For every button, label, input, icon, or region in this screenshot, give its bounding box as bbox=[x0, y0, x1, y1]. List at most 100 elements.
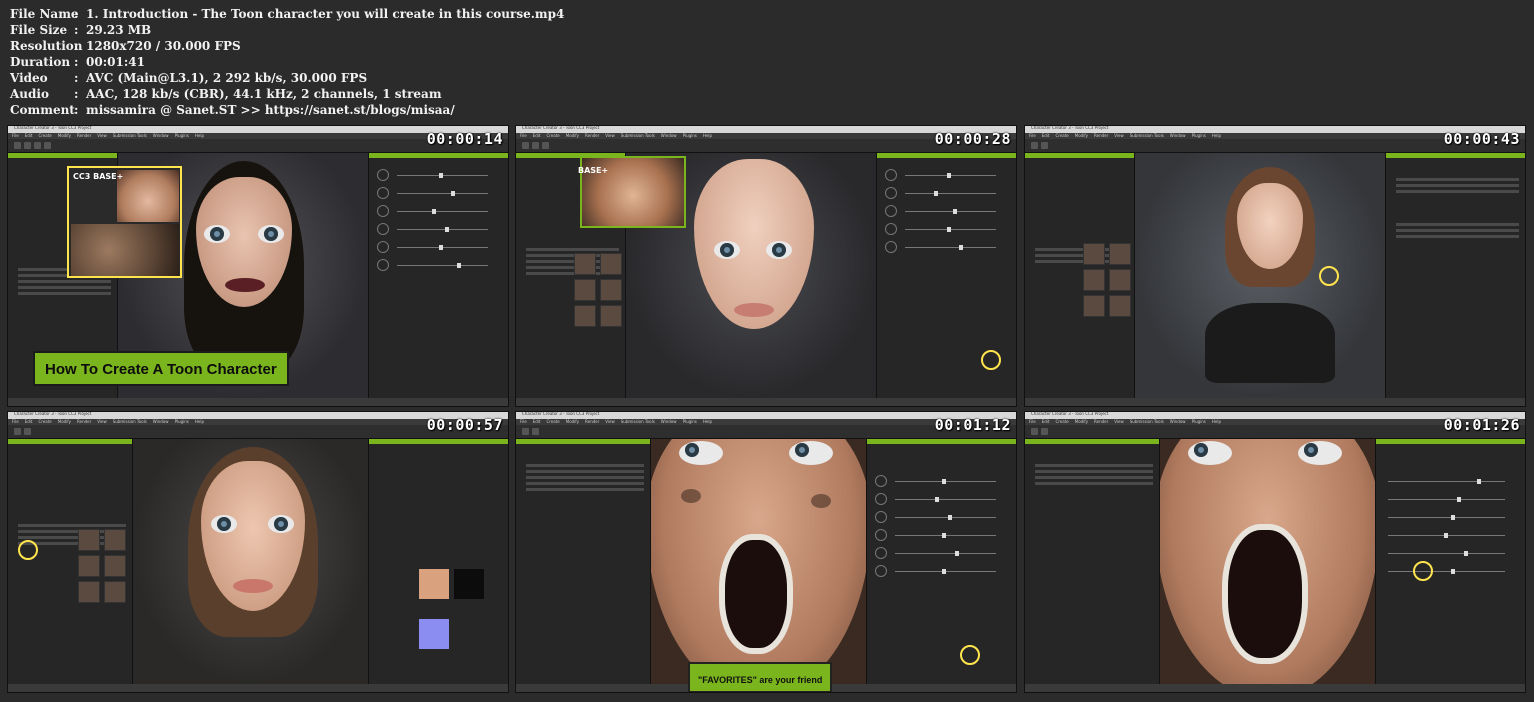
tree-item[interactable] bbox=[18, 286, 111, 289]
morph-slider[interactable] bbox=[875, 528, 1008, 542]
asset-thumbnail[interactable] bbox=[78, 581, 100, 603]
property-slider[interactable] bbox=[1384, 510, 1517, 524]
list-item[interactable] bbox=[1396, 223, 1519, 226]
tool-icon[interactable] bbox=[34, 142, 41, 149]
asset-thumbnail[interactable] bbox=[1109, 295, 1131, 317]
3d-viewport[interactable] bbox=[133, 439, 368, 684]
tool-icon[interactable] bbox=[532, 142, 539, 149]
asset-thumbnail[interactable] bbox=[78, 529, 100, 551]
tool-icon[interactable] bbox=[24, 142, 31, 149]
morph-slider[interactable] bbox=[885, 222, 1008, 236]
list-item[interactable] bbox=[1396, 184, 1519, 187]
asset-thumbnail[interactable] bbox=[574, 305, 596, 327]
morph-slider[interactable] bbox=[885, 204, 1008, 218]
video-thumbnail-5[interactable]: Character Creator 3 - Toon CC3 Project F… bbox=[515, 411, 1017, 693]
info-key: File Name bbox=[10, 7, 79, 21]
tool-icon[interactable] bbox=[1031, 428, 1038, 435]
modify-panel bbox=[368, 153, 508, 398]
character-eye-right bbox=[789, 441, 833, 465]
morph-slider[interactable] bbox=[885, 186, 1008, 200]
asset-thumbnail[interactable] bbox=[600, 305, 622, 327]
tool-icon[interactable] bbox=[24, 428, 31, 435]
morph-slider[interactable] bbox=[377, 258, 500, 272]
tool-icon[interactable] bbox=[1031, 142, 1038, 149]
asset-thumbnail[interactable] bbox=[600, 279, 622, 301]
asset-thumbnail[interactable] bbox=[1109, 269, 1131, 291]
3d-viewport[interactable] bbox=[651, 439, 866, 684]
tree-item[interactable] bbox=[526, 488, 644, 491]
tool-icon[interactable] bbox=[14, 142, 21, 149]
asset-thumbnail[interactable] bbox=[574, 253, 596, 275]
property-slider[interactable] bbox=[1384, 492, 1517, 506]
tool-icon[interactable] bbox=[522, 142, 529, 149]
morph-slider[interactable] bbox=[377, 168, 500, 182]
tool-icon[interactable] bbox=[44, 142, 51, 149]
asset-thumbnail[interactable] bbox=[104, 581, 126, 603]
info-separator: : bbox=[74, 87, 79, 101]
morph-slider[interactable] bbox=[377, 240, 500, 254]
asset-thumbnail[interactable] bbox=[1083, 243, 1105, 265]
modify-panel bbox=[866, 439, 1016, 684]
tree-item[interactable] bbox=[526, 464, 644, 467]
tree-item[interactable] bbox=[1035, 464, 1153, 467]
asset-thumbnail[interactable] bbox=[574, 279, 596, 301]
list-item[interactable] bbox=[1396, 235, 1519, 238]
tool-icon[interactable] bbox=[522, 428, 529, 435]
asset-thumbnail[interactable] bbox=[1083, 269, 1105, 291]
tool-icon[interactable] bbox=[1041, 142, 1048, 149]
morph-slider[interactable] bbox=[875, 492, 1008, 506]
video-thumbnail-1[interactable]: Character Creator 3 - Toon CC3 Project F… bbox=[7, 125, 509, 407]
asset-thumbnail[interactable] bbox=[1109, 243, 1131, 265]
morph-slider[interactable] bbox=[875, 474, 1008, 488]
property-slider[interactable] bbox=[1384, 564, 1517, 578]
info-row: Comment: missamira @ Sanet.ST >> https://… bbox=[10, 102, 564, 118]
tree-item[interactable] bbox=[18, 292, 111, 295]
info-separator: : bbox=[74, 55, 79, 69]
tree-item[interactable] bbox=[526, 248, 619, 251]
morph-slider[interactable] bbox=[875, 546, 1008, 560]
asset-thumbnail[interactable] bbox=[1083, 295, 1105, 317]
texture-swatch[interactable] bbox=[419, 569, 449, 599]
video-thumbnail-6[interactable]: Character Creator 3 - Toon CC3 Project F… bbox=[1024, 411, 1526, 693]
video-thumbnail-2[interactable]: Character Creator 3 - Toon CC3 Project F… bbox=[515, 125, 1017, 407]
texture-swatch[interactable] bbox=[454, 569, 484, 599]
tree-item[interactable] bbox=[18, 280, 111, 283]
tree-item[interactable] bbox=[1035, 470, 1153, 473]
morph-slider[interactable] bbox=[885, 168, 1008, 182]
morph-slider[interactable] bbox=[377, 204, 500, 218]
morph-slider[interactable] bbox=[377, 222, 500, 236]
property-slider[interactable] bbox=[1384, 528, 1517, 542]
favorites-callout: "FAVORITES" are your friend bbox=[688, 662, 833, 692]
list-item[interactable] bbox=[1396, 178, 1519, 181]
tree-item[interactable] bbox=[1035, 482, 1153, 485]
list-item[interactable] bbox=[1396, 190, 1519, 193]
morph-slider[interactable] bbox=[875, 564, 1008, 578]
asset-thumbnail[interactable] bbox=[104, 555, 126, 577]
list-item[interactable] bbox=[1396, 229, 1519, 232]
tree-item[interactable] bbox=[526, 476, 644, 479]
asset-thumbnail[interactable] bbox=[600, 253, 622, 275]
asset-thumbnail[interactable] bbox=[78, 555, 100, 577]
asset-thumbnail[interactable] bbox=[104, 529, 126, 551]
tool-icon[interactable] bbox=[532, 428, 539, 435]
morph-slider[interactable] bbox=[885, 240, 1008, 254]
morph-slider[interactable] bbox=[377, 186, 500, 200]
tool-icon[interactable] bbox=[1041, 428, 1048, 435]
video-thumbnail-4[interactable]: Character Creator 3 - Toon CC3 Project F… bbox=[7, 411, 509, 693]
tree-item[interactable] bbox=[526, 470, 644, 473]
property-slider[interactable] bbox=[1384, 474, 1517, 488]
video-thumbnail-3[interactable]: Character Creator 3 - Toon CC3 Project F… bbox=[1024, 125, 1526, 407]
tool-icon[interactable] bbox=[542, 142, 549, 149]
cursor-highlight bbox=[981, 350, 1001, 370]
timestamp: 00:01:26 bbox=[1443, 416, 1520, 434]
morph-slider[interactable] bbox=[875, 510, 1008, 524]
tree-item[interactable] bbox=[1035, 476, 1153, 479]
tree-item[interactable] bbox=[526, 482, 644, 485]
property-slider[interactable] bbox=[1384, 546, 1517, 560]
3d-viewport[interactable] bbox=[1135, 153, 1385, 398]
tool-icon[interactable] bbox=[14, 428, 21, 435]
3d-viewport[interactable] bbox=[1160, 439, 1375, 684]
status-bar bbox=[8, 684, 508, 692]
tree-item[interactable] bbox=[18, 524, 126, 527]
normal-map-swatch[interactable] bbox=[419, 619, 449, 649]
